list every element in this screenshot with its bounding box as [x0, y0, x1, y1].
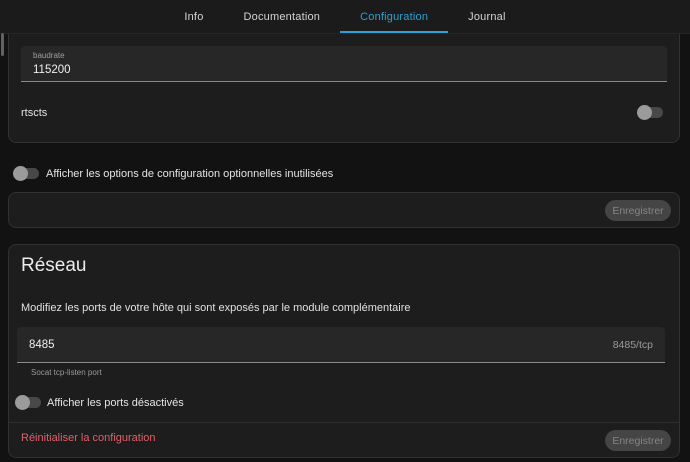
network-card: Réseau Modifiez les ports de votre hôte … — [8, 244, 680, 458]
toggle-thumb — [637, 105, 652, 120]
vertical-scrollbar-thumb[interactable] — [1, 33, 4, 56]
reset-configuration-link[interactable]: Réinitialiser la configuration — [21, 432, 156, 444]
port-protocol-suffix: 8485/tcp — [613, 327, 653, 362]
rtscts-label: rtscts — [21, 107, 47, 119]
configuration-options-panel: baudrate rtscts — [8, 34, 680, 143]
baudrate-field[interactable]: baudrate — [21, 46, 667, 82]
toggle-thumb — [15, 395, 30, 410]
save-configuration-button[interactable]: Enregistrer — [605, 200, 671, 221]
toggle-thumb — [13, 166, 28, 181]
tab-configuration[interactable]: Configuration — [340, 0, 448, 33]
tab-info[interactable]: Info — [164, 0, 223, 33]
show-unused-options-toggle[interactable] — [13, 166, 39, 181]
tab-journal[interactable]: Journal — [448, 0, 525, 33]
show-disabled-ports-toggle[interactable] — [15, 395, 41, 410]
port-field[interactable]: 8485/tcp — [17, 327, 665, 363]
show-unused-options-label: Afficher les options de configuration op… — [46, 168, 333, 180]
configuration-actions-panel: Enregistrer — [8, 192, 680, 228]
save-network-button[interactable]: Enregistrer — [605, 430, 671, 451]
tab-documentation[interactable]: Documentation — [224, 0, 341, 33]
port-helper-text: Socat tcp-listen port — [31, 368, 102, 377]
show-disabled-ports-label: Afficher les ports désactivés — [47, 397, 184, 409]
baudrate-field-label: baudrate — [33, 51, 65, 60]
baudrate-input[interactable] — [33, 64, 549, 76]
addon-tab-bar: Info Documentation Configuration Journal — [0, 0, 690, 34]
port-input[interactable] — [29, 327, 547, 362]
rtscts-toggle[interactable] — [637, 105, 663, 120]
card-actions-divider — [9, 422, 679, 423]
network-card-description: Modifiez les ports de votre hôte qui son… — [21, 302, 411, 314]
network-card-title: Réseau — [21, 255, 87, 277]
